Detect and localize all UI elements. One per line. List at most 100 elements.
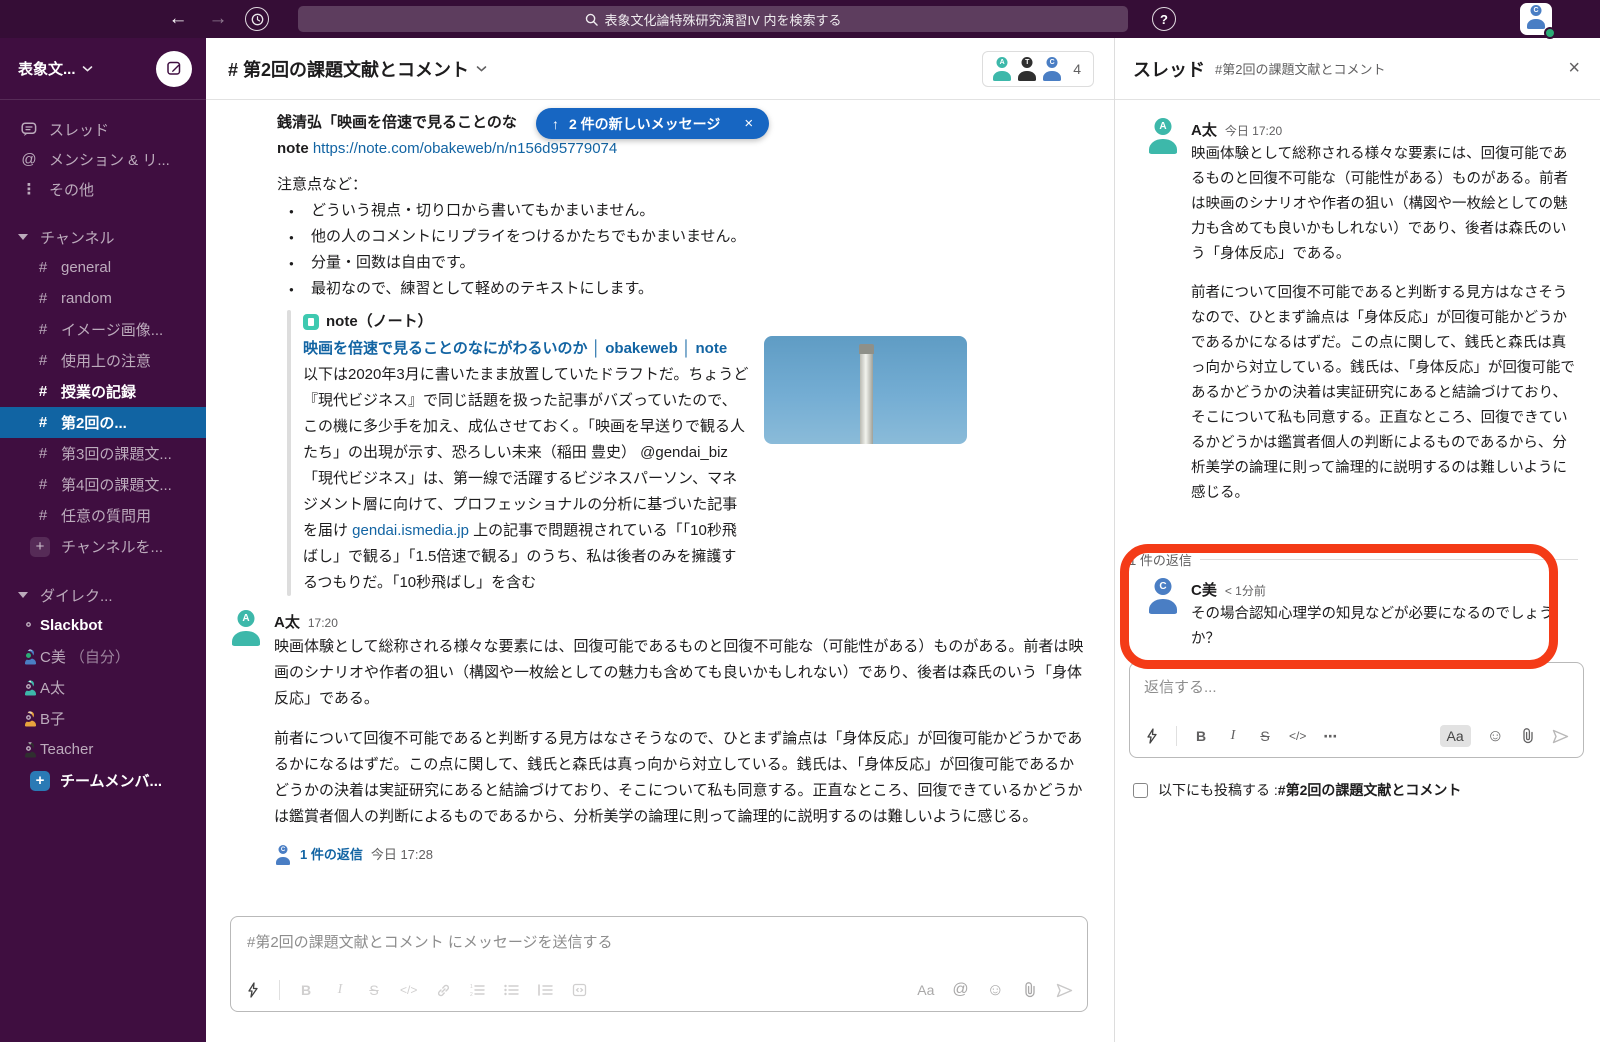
new-messages-banner[interactable]: ↑ 2 件の新しいメッセージ × bbox=[536, 108, 769, 139]
search-input[interactable]: 表象文化論特殊研究演習IV 内を検索する bbox=[298, 6, 1128, 32]
history-forward-icon[interactable]: → bbox=[203, 8, 233, 30]
send-icon[interactable] bbox=[1056, 983, 1073, 998]
dm-a-ta[interactable]: A A太 bbox=[0, 672, 206, 703]
user-avatar[interactable]: C bbox=[1520, 3, 1552, 35]
sidebar-item-more[interactable]: ⋮ その他 bbox=[0, 174, 206, 204]
message-timestamp[interactable]: 今日 17:20 bbox=[1225, 119, 1282, 144]
channel-title[interactable]: # 第2回の課題文献とコメント bbox=[228, 56, 469, 82]
presence-offline-dot bbox=[24, 744, 33, 753]
dm-self-suffix: （自分） bbox=[70, 646, 130, 667]
note-label: note bbox=[277, 140, 309, 157]
attach-paperclip-icon[interactable] bbox=[1022, 982, 1038, 998]
also-send-checkbox-row[interactable]: 以下にも投稿する :#第2回の課題文献とコメント bbox=[1133, 780, 1461, 800]
link-icon[interactable] bbox=[435, 983, 451, 998]
message-avatar[interactable]: C bbox=[1145, 578, 1181, 614]
card-inner-link[interactable]: gendai.ismedia.jp bbox=[352, 522, 469, 539]
send-icon[interactable] bbox=[1552, 729, 1569, 744]
shortcuts-lightning-icon[interactable] bbox=[245, 982, 261, 998]
mention-at-icon[interactable]: @ bbox=[952, 981, 968, 999]
shortcuts-lightning-icon[interactable] bbox=[1144, 728, 1160, 744]
card-description: 以下は2020年3月に書いたまま放置していたドラフトだ。ちょうど『現代ビジネス』… bbox=[303, 362, 750, 596]
card-title-link[interactable]: 映画を倍速で見ることのなにがわるいのか │ obakeweb │ note bbox=[303, 336, 750, 362]
message-author[interactable]: A太 bbox=[1191, 118, 1217, 143]
code-block-icon[interactable] bbox=[571, 983, 587, 997]
thread-reply-link[interactable]: C 1 件の返信 今日 17:28 bbox=[274, 842, 1084, 868]
message-timestamp[interactable]: 17:20 bbox=[308, 610, 338, 636]
more-options-icon[interactable]: ⋯ bbox=[1322, 728, 1338, 745]
format-aa-icon[interactable]: Aa bbox=[917, 982, 934, 998]
code-icon[interactable]: </> bbox=[1289, 729, 1306, 743]
dm-label: C美 bbox=[40, 646, 66, 667]
message-avatar[interactable]: A bbox=[228, 610, 264, 646]
italic-icon[interactable]: I bbox=[332, 982, 348, 998]
message-composer[interactable]: #第2回の課題文献とコメント にメッセージを送信する B I S </> 12 bbox=[230, 916, 1088, 1012]
hash-icon: # bbox=[36, 290, 50, 307]
sidebar-channel-class-records[interactable]: #授業の記録 bbox=[0, 376, 206, 407]
strikethrough-icon[interactable]: S bbox=[366, 982, 382, 998]
sidebar-item-threads[interactable]: スレッド bbox=[0, 114, 206, 144]
history-back-icon[interactable]: ← bbox=[163, 8, 193, 30]
emoji-icon[interactable]: ☺ bbox=[987, 980, 1004, 1000]
message-a-ta: A A太 17:20 映画体験として総称される様々な要素には、回復可能であるもの… bbox=[206, 596, 1114, 868]
svg-text:2: 2 bbox=[470, 992, 473, 997]
add-channel-button[interactable]: +チャンネルを... bbox=[0, 531, 206, 562]
sidebar-channel-session2-selected[interactable]: #第2回の... bbox=[0, 407, 206, 438]
dm-label: B子 bbox=[40, 708, 65, 729]
banner-close-icon[interactable]: × bbox=[744, 111, 753, 137]
caret-down-icon bbox=[18, 234, 28, 240]
checkbox[interactable] bbox=[1133, 783, 1148, 798]
sidebar-channel-random[interactable]: # random bbox=[0, 283, 206, 314]
dm-c-mi-self[interactable]: C C美 （自分） bbox=[0, 641, 206, 672]
sidebar-channel-general[interactable]: #general bbox=[0, 252, 206, 283]
help-icon[interactable]: ? bbox=[1152, 7, 1176, 31]
dm-section-header[interactable]: ダイレク... bbox=[0, 580, 206, 610]
new-message-button[interactable] bbox=[156, 51, 192, 87]
bold-icon[interactable]: B bbox=[1193, 728, 1209, 744]
presence-offline-dot bbox=[24, 682, 33, 691]
channel-label: 第4回の課題文... bbox=[61, 474, 172, 495]
format-aa-icon[interactable]: Aa bbox=[1440, 725, 1471, 747]
message-avatar[interactable]: A bbox=[1145, 118, 1181, 154]
blockquote-icon[interactable] bbox=[537, 983, 553, 997]
add-team-members-button[interactable]: + チームメンバ... bbox=[0, 765, 206, 796]
sidebar-channel-usage-notes[interactable]: #使用上の注意 bbox=[0, 345, 206, 376]
member-count-button[interactable]: A T C 4 bbox=[982, 51, 1094, 87]
message-author[interactable]: A太 bbox=[274, 610, 300, 636]
sidebar-channel-questions[interactable]: #任意の質問用 bbox=[0, 500, 206, 531]
message-author[interactable]: C美 bbox=[1191, 578, 1217, 603]
code-icon[interactable]: </> bbox=[400, 983, 417, 997]
at-icon: @ bbox=[18, 151, 40, 168]
dm-slackbot[interactable]: Slackbot bbox=[0, 610, 206, 641]
thread-channel-name[interactable]: #第2回の課題文献とコメント bbox=[1215, 59, 1385, 78]
divider-line bbox=[1200, 559, 1578, 560]
add-channel-label: チャンネルを... bbox=[61, 536, 163, 557]
sidebar-item-mentions[interactable]: @ メンション & リ... bbox=[0, 144, 206, 174]
emoji-icon[interactable]: ☺ bbox=[1487, 726, 1504, 746]
dm-teacher[interactable]: T Teacher bbox=[0, 734, 206, 765]
workspace-name[interactable]: 表象文... bbox=[18, 58, 76, 79]
thread-reply-composer[interactable]: 返信する... B I S </> ⋯ Aa ☺ bbox=[1129, 662, 1584, 758]
sidebar-channel-session4[interactable]: #第4回の課題文... bbox=[0, 469, 206, 500]
note-url-link[interactable]: https://note.com/obakeweb/n/n156d9577907… bbox=[313, 140, 617, 157]
composer-placeholder[interactable]: #第2回の課題文献とコメント にメッセージを送信する bbox=[231, 917, 1087, 952]
channel-label: 第2回の... bbox=[61, 412, 127, 433]
card-thumbnail-image[interactable] bbox=[764, 336, 967, 444]
bulleted-list-icon[interactable] bbox=[503, 983, 519, 997]
bold-icon[interactable]: B bbox=[298, 982, 314, 998]
message-timestamp[interactable]: < 1分前 bbox=[1225, 579, 1266, 604]
strikethrough-icon[interactable]: S bbox=[1257, 728, 1273, 744]
close-icon[interactable]: × bbox=[1568, 57, 1580, 80]
sidebar-channel-session3[interactable]: #第3回の課題文... bbox=[0, 438, 206, 469]
italic-icon[interactable]: I bbox=[1225, 728, 1241, 744]
bullet-item: 他の人のコメントにリプライをつけるかたちでもかまいません。 bbox=[277, 224, 1084, 250]
reply-placeholder[interactable]: 返信する... bbox=[1130, 663, 1583, 697]
attach-paperclip-icon[interactable] bbox=[1520, 728, 1536, 744]
channel-label: random bbox=[61, 290, 112, 307]
channels-section-header[interactable]: チャンネル bbox=[0, 222, 206, 252]
history-clock-icon[interactable] bbox=[245, 7, 269, 31]
dm-b-ko[interactable]: B B子 bbox=[0, 703, 206, 734]
caret-down-icon bbox=[18, 592, 28, 598]
ordered-list-icon[interactable]: 12 bbox=[469, 983, 485, 997]
sidebar-channel-images[interactable]: #イメージ画像... bbox=[0, 314, 206, 345]
reply-count-link[interactable]: 1 件の返信 bbox=[300, 842, 363, 868]
